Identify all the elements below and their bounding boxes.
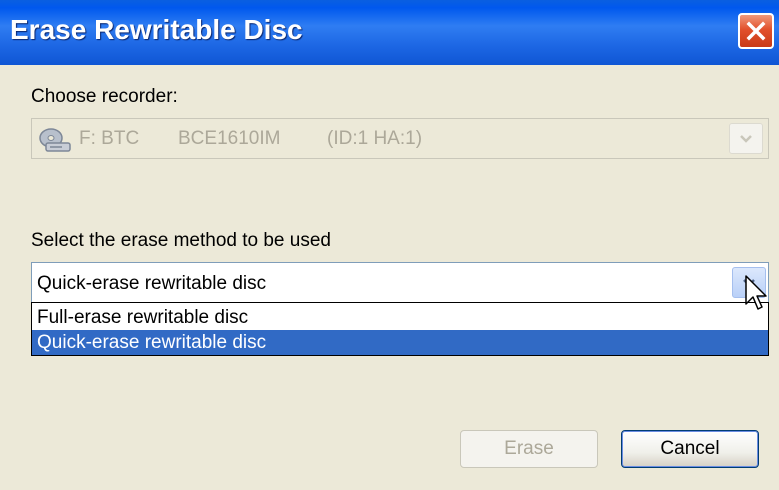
erase-method-value: Quick-erase rewritable disc — [37, 273, 267, 294]
close-button[interactable] — [738, 13, 774, 49]
chevron-down-icon — [740, 135, 752, 143]
title-bar[interactable]: Erase Rewritable Disc — [0, 0, 779, 65]
recorder-id: (ID:1 HA:1) — [327, 128, 423, 149]
close-icon — [746, 21, 766, 41]
erase-method-select[interactable]: Quick-erase rewritable disc — [31, 262, 769, 303]
mouse-pointer-icon — [745, 275, 767, 310]
dropdown-option-full-erase[interactable]: Full-erase rewritable disc — [32, 305, 768, 330]
dropdown-option-quick-erase[interactable]: Quick-erase rewritable disc — [32, 330, 768, 355]
recorder-model: BCE1610IM — [178, 128, 281, 149]
choose-recorder-label: Choose recorder: — [31, 86, 178, 107]
erase-method-label: Select the erase method to be used — [31, 230, 331, 251]
recorder-dropdown-button[interactable] — [729, 123, 763, 154]
cancel-button[interactable]: Cancel — [621, 430, 759, 468]
erase-method-dropdown-list: Full-erase rewritable disc Quick-erase r… — [31, 302, 769, 356]
recorder-select[interactable]: F: BTC BCE1610IM (ID:1 HA:1) — [31, 118, 769, 159]
erase-button[interactable]: Erase — [460, 430, 598, 468]
window-title: Erase Rewritable Disc — [10, 14, 303, 45]
cd-drive-icon — [38, 127, 72, 158]
recorder-drive: F: BTC — [79, 128, 140, 149]
